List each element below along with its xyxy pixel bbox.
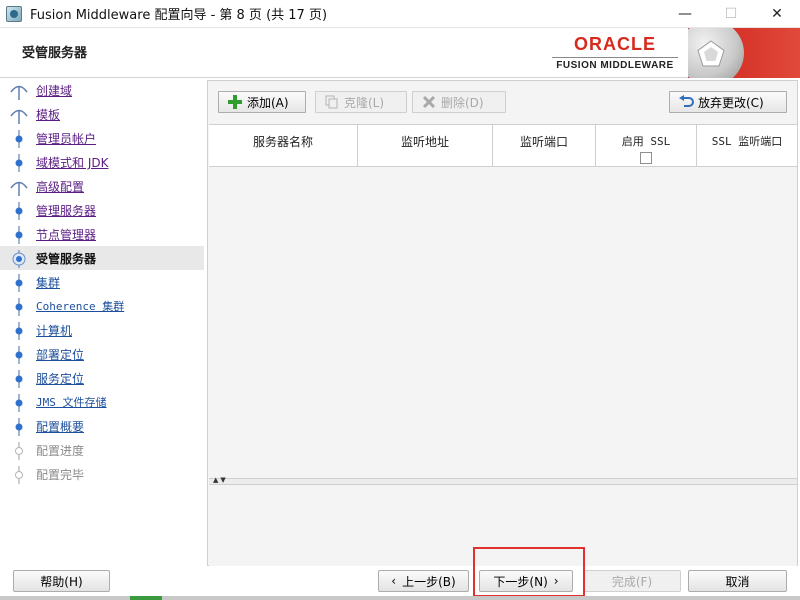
column-header-listen-address[interactable]: 监听地址	[358, 125, 493, 167]
window-controls: — ☐ ✕	[662, 0, 800, 28]
step-item[interactable]: 服务定位	[0, 366, 204, 390]
column-header-listen-port[interactable]: 监听端口	[493, 125, 596, 167]
step-item: 配置完毕	[0, 462, 204, 486]
logo-brand: ORACLE	[574, 34, 656, 54]
step-item[interactable]: 计算机	[0, 318, 204, 342]
discard-changes-button[interactable]: 放弃更改(C)	[669, 91, 787, 113]
column-header-ssl-listen-port[interactable]: SSL 监听端口	[697, 125, 797, 167]
step-label[interactable]: 模板	[36, 106, 60, 123]
table-header: 服务器名称 监听地址 监听端口 启用 SSL SSL 监听端口	[209, 125, 797, 167]
completed-step-icon	[10, 106, 28, 124]
step-label[interactable]: 部署定位	[36, 346, 84, 363]
step-item[interactable]: 配置概要	[0, 414, 204, 438]
step-item[interactable]: 管理员帐户	[0, 126, 204, 150]
step-label[interactable]: Coherence 集群	[36, 298, 124, 314]
step-item[interactable]: Coherence 集群	[0, 294, 204, 318]
window-title: Fusion Middleware 配置向导 - 第 8 页 (共 17 页)	[30, 8, 328, 23]
add-button-label: 添加(A)	[247, 95, 289, 110]
copy-icon	[324, 94, 340, 110]
page-title: 受管服务器	[22, 46, 88, 61]
step-label[interactable]: 管理服务器	[36, 202, 96, 219]
title-bar: Fusion Middleware 配置向导 - 第 8 页 (共 17 页) …	[0, 0, 800, 28]
logo-divider	[552, 57, 678, 58]
step-label[interactable]: 创建域	[36, 82, 72, 99]
step-label[interactable]: 域模式和 JDK	[36, 154, 108, 171]
step-label[interactable]: JMS 文件存储	[36, 394, 107, 410]
step-dot-icon	[10, 418, 28, 436]
taskbar-strip	[0, 596, 800, 600]
cancel-button[interactable]: 取消	[688, 570, 787, 592]
x-delete-icon	[421, 94, 437, 110]
oracle-logo: ORACLE FUSION MIDDLEWARE	[552, 34, 678, 71]
step-dot-icon	[10, 346, 28, 364]
step-item[interactable]: 部署定位	[0, 342, 204, 366]
current-step-icon	[10, 250, 28, 268]
step-item[interactable]: 创建域	[0, 78, 204, 102]
step-item[interactable]: 模板	[0, 102, 204, 126]
maximize-button: ☐	[724, 6, 738, 22]
step-dot-icon	[10, 322, 28, 340]
step-label[interactable]: 管理员帐户	[36, 130, 96, 147]
enable-ssl-header-checkbox[interactable]	[640, 152, 652, 164]
step-item[interactable]: 高级配置	[0, 174, 204, 198]
column-header-enable-ssl[interactable]: 启用 SSL	[596, 125, 697, 167]
step-label: 配置进度	[36, 444, 85, 458]
step-dot-icon	[10, 394, 28, 412]
delete-button: 删除(D)	[412, 91, 506, 113]
step-label[interactable]: 高级配置	[36, 178, 84, 195]
pentagon-logo-icon	[688, 28, 744, 78]
step-label[interactable]: 节点管理器	[36, 226, 96, 243]
step-label[interactable]: 受管服务器	[36, 250, 96, 267]
logo-product: FUSION MIDDLEWARE	[556, 60, 674, 71]
step-dot-icon	[10, 298, 28, 316]
step-item[interactable]: JMS 文件存储	[0, 390, 204, 414]
step-item[interactable]: 受管服务器	[0, 246, 204, 270]
step-label[interactable]: 配置概要	[36, 418, 84, 435]
column-header-server-name[interactable]: 服务器名称	[209, 125, 358, 167]
step-empty-dot-icon	[10, 442, 28, 460]
header-banner: 受管服务器 ORACLE FUSION MIDDLEWARE	[0, 28, 800, 78]
discard-changes-label: 放弃更改(C)	[698, 95, 764, 110]
splitter-arrows-icon[interactable]: ▲▼	[213, 476, 228, 484]
help-button[interactable]: 帮助(H)	[13, 570, 110, 592]
completed-step-icon	[10, 82, 28, 100]
minimize-button[interactable]: —	[662, 0, 708, 28]
step-dot-icon	[10, 202, 28, 220]
step-label[interactable]: 计算机	[36, 322, 72, 339]
managed-servers-table: 服务器名称 监听地址 监听端口 启用 SSL SSL 监听端口	[209, 124, 797, 479]
step-dot-icon	[10, 370, 28, 388]
finish-button: 完成(F)	[583, 570, 681, 592]
next-button-highlight	[473, 547, 585, 597]
delete-button-label: 删除(D)	[441, 95, 484, 110]
step-item[interactable]: 集群	[0, 270, 204, 294]
step-item[interactable]: 节点管理器	[0, 222, 204, 246]
step-dot-icon	[10, 154, 28, 172]
clone-button-label: 克隆(L)	[344, 95, 385, 110]
chevron-left-icon: ‹	[391, 574, 397, 588]
close-button[interactable]: ✕	[754, 0, 800, 28]
steps-navigation: 创建域模板管理员帐户域模式和 JDK 高级配置管理服务器节点管理器受管服务器集群 C…	[0, 78, 204, 566]
add-button[interactable]: 添加(A)	[218, 91, 306, 113]
step-dot-icon	[10, 274, 28, 292]
app-icon	[6, 5, 22, 22]
step-item[interactable]: 管理服务器	[0, 198, 204, 222]
taskbar-app-icon	[130, 596, 162, 600]
clone-button: 克隆(L)	[315, 91, 407, 113]
plus-icon	[227, 94, 243, 110]
step-label[interactable]: 服务定位	[36, 370, 84, 387]
back-button[interactable]: ‹ 上一步(B)	[378, 570, 469, 592]
main-panel: 添加(A) 克隆(L) 删除(D) 放弃更改(C) 服务器名称 监听地址 监听端…	[207, 80, 798, 566]
undo-icon	[678, 94, 694, 110]
step-item: 配置进度	[0, 438, 204, 462]
completed-step-icon	[10, 178, 28, 196]
step-empty-dot-icon	[10, 466, 28, 484]
brand-band	[688, 28, 800, 78]
step-dot-icon	[10, 130, 28, 148]
step-label: 配置完毕	[36, 468, 85, 482]
step-item[interactable]: 域模式和 JDK	[0, 150, 204, 174]
step-dot-icon	[10, 226, 28, 244]
step-label[interactable]: 集群	[36, 274, 60, 291]
